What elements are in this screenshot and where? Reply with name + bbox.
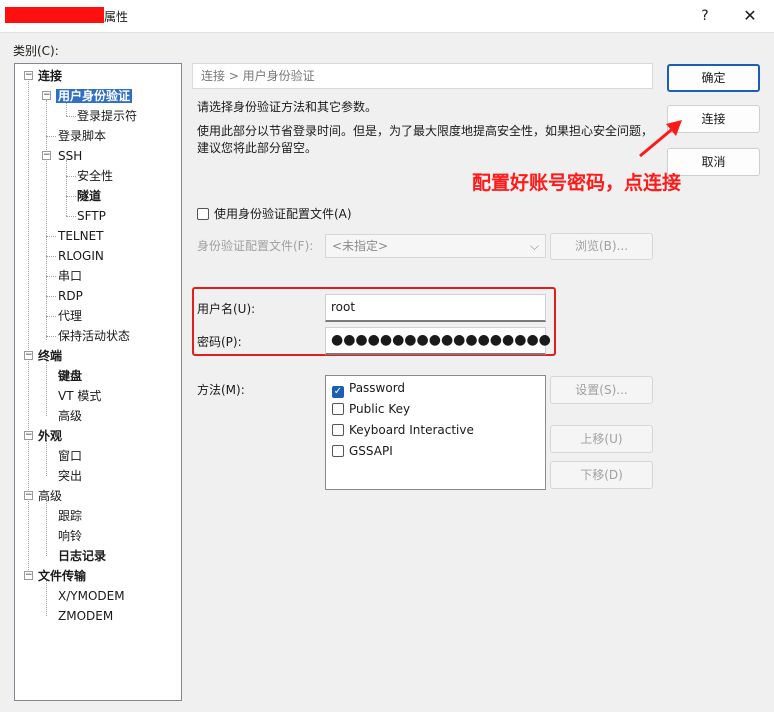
collapse-icon[interactable]: − xyxy=(24,571,33,580)
help-button[interactable]: ? xyxy=(690,4,720,28)
tree-item-login-script[interactable]: 登录脚本 xyxy=(58,127,106,145)
tree-item-file-transfer[interactable]: 文件传输 xyxy=(38,567,86,585)
tree-item-ssh[interactable]: SSH xyxy=(58,147,82,165)
settings-button: 设置(S)... xyxy=(550,376,653,404)
move-down-button: 下移(D) xyxy=(550,461,653,489)
description-heading: 请选择身份验证方法和其它参数。 xyxy=(197,100,378,114)
collapse-icon[interactable]: − xyxy=(42,91,51,100)
method-item-password[interactable]: ✓ Password xyxy=(332,379,405,398)
tree-item-keyboard[interactable]: 键盘 xyxy=(58,367,82,385)
password-field[interactable]: ●●●●●●●●●●●●●●●●●● xyxy=(325,327,551,355)
tree-item-vt-mode[interactable]: VT 模式 xyxy=(58,387,101,405)
annotation-arrow-icon xyxy=(639,120,682,158)
tree-item-sftp[interactable]: SFTP xyxy=(77,207,106,225)
collapse-icon[interactable]: − xyxy=(42,151,51,160)
checkbox-icon[interactable] xyxy=(332,445,344,457)
description-line: 使用此部分以节省登录时间。但是，为了最大限度地提高安全性，如果担心安全问题， xyxy=(197,124,654,138)
method-item-public-key[interactable]: Public Key xyxy=(332,400,410,418)
checkbox-icon[interactable] xyxy=(332,424,344,436)
checkbox-checked-icon[interactable]: ✓ xyxy=(332,386,344,398)
tree-item-login-prompt[interactable]: 登录提示符 xyxy=(77,107,137,125)
title-bar: 属性 ? ✕ xyxy=(0,0,774,33)
tree-item-advanced[interactable]: 高级 xyxy=(38,487,62,505)
tree-item-xymodem[interactable]: X/YMODEM xyxy=(58,587,125,605)
category-tree[interactable]: − 连接 − 用户身份验证 登录提示符 登录脚本 − SSH 安全性 隧道 SF… xyxy=(14,63,182,701)
username-field[interactable]: root xyxy=(325,294,546,322)
breadcrumb: 连接 > 用户身份验证 xyxy=(192,63,653,89)
tree-item-bell[interactable]: 响铃 xyxy=(58,527,82,545)
profile-select: <未指定> ⌵ xyxy=(325,234,546,258)
collapse-icon[interactable]: − xyxy=(24,431,33,440)
tree-item-auth[interactable]: 用户身份验证 xyxy=(56,87,133,105)
profile-label: 身份验证配置文件(F): xyxy=(197,239,314,253)
tree-item-tunnel[interactable]: 隧道 xyxy=(77,187,101,205)
method-list[interactable]: ✓ Password Public Key Keyboard Interactiv… xyxy=(325,375,546,490)
redacted-session-name xyxy=(5,7,104,23)
browse-button: 浏览(B)... xyxy=(550,233,653,260)
tree-item-zmodem[interactable]: ZMODEM xyxy=(58,607,113,625)
tree-item-proxy[interactable]: 代理 xyxy=(58,307,82,325)
checkbox-icon[interactable] xyxy=(197,208,209,220)
chevron-down-icon: ⌵ xyxy=(529,239,539,253)
collapse-icon[interactable]: − xyxy=(24,71,33,80)
tree-item-terminal-advanced[interactable]: 高级 xyxy=(58,407,82,425)
ok-button[interactable]: 确定 xyxy=(667,64,760,92)
tree-item-terminal[interactable]: 终端 xyxy=(38,347,62,365)
tree-item-security[interactable]: 安全性 xyxy=(77,167,113,185)
collapse-icon[interactable]: − xyxy=(24,351,33,360)
tree-item-logging[interactable]: 日志记录 xyxy=(58,547,106,565)
tree-item-trace[interactable]: 跟踪 xyxy=(58,507,82,525)
username-label: 用户名(U): xyxy=(197,302,256,316)
use-profile-checkbox[interactable]: 使用身份验证配置文件(A) xyxy=(197,205,352,222)
tree-item-highlight[interactable]: 突出 xyxy=(58,467,82,485)
checkbox-icon[interactable] xyxy=(332,403,344,415)
tree-item-rlogin[interactable]: RLOGIN xyxy=(58,247,104,265)
method-label: 方法(M): xyxy=(197,383,245,397)
move-up-button: 上移(U) xyxy=(550,425,653,453)
tree-item-serial[interactable]: 串口 xyxy=(58,267,82,285)
category-label: 类别(C): xyxy=(13,44,59,58)
tree-item-connection[interactable]: 连接 xyxy=(38,67,62,85)
annotation-text: 配置好账号密码，点连接 xyxy=(472,172,682,194)
password-label: 密码(P): xyxy=(197,335,242,349)
description-line: 建议您将此部分留空。 xyxy=(197,141,318,155)
tree-item-telnet[interactable]: TELNET xyxy=(58,227,104,245)
tree-item-appearance[interactable]: 外观 xyxy=(38,427,62,445)
tree-item-window[interactable]: 窗口 xyxy=(58,447,82,465)
window-title: 属性 xyxy=(104,10,129,24)
tree-item-rdp[interactable]: RDP xyxy=(58,287,83,305)
close-button[interactable]: ✕ xyxy=(735,4,765,28)
tree-item-keepalive[interactable]: 保持活动状态 xyxy=(58,327,130,345)
method-item-gssapi[interactable]: GSSAPI xyxy=(332,442,393,460)
collapse-icon[interactable]: − xyxy=(24,491,33,500)
method-item-keyboard-interactive[interactable]: Keyboard Interactive xyxy=(332,421,474,439)
